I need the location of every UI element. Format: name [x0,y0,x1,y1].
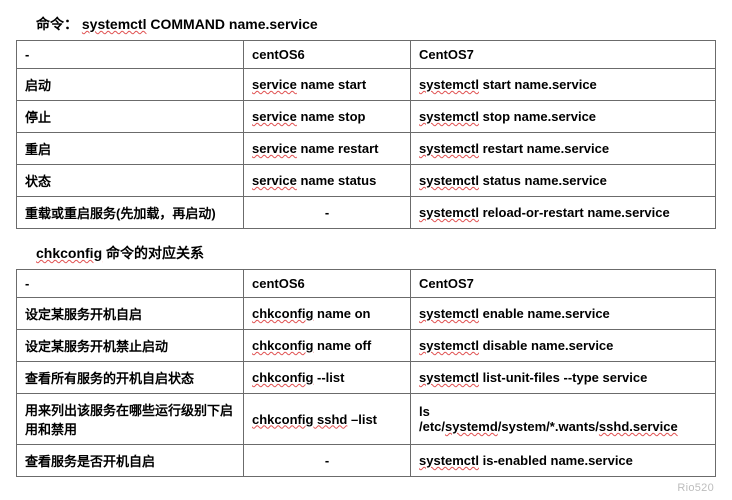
t2-r1-c2: chkconfig name off [244,330,411,362]
t2-r2-c3: systemctl list-unit-files --type service [411,362,716,394]
table-row: 重载或重启服务(先加载，再启动) - systemctl reload-or-r… [17,197,716,229]
t2-r4-c3: systemctl is-enabled name.service [411,445,716,477]
table-row: 停止 service name stop systemctl stop name… [17,101,716,133]
t1-r1-c2: service name stop [244,101,411,133]
heading2-rest: 命令的对应关系 [102,245,204,261]
table-row: 重启 service name restart systemctl restar… [17,133,716,165]
t1-r0-c2: service name start [244,69,411,101]
t2-r3-c3: ls /etc/systemd/system/*.wants/sshd.serv… [411,394,716,445]
t2-header-centos6: centOS6 [244,270,411,298]
t1-r0-c3: systemctl start name.service [411,69,716,101]
t2-r3-c2: chkconfig sshd –list [244,394,411,445]
table-row: 查看所有服务的开机自启状态 chkconfig --list systemctl… [17,362,716,394]
t1-r2-c2: service name restart [244,133,411,165]
t1-r2-c1: 重启 [17,133,244,165]
t2-r0-c1: 设定某服务开机自启 [17,298,244,330]
t1-r4-c2: - [244,197,411,229]
t1-header-dash: - [17,41,244,69]
watermark: Rio520 [677,482,714,494]
t1-r4-c1: 重载或重启服务(先加载，再启动) [17,197,244,229]
chkconfig-mapping-table: - centOS6 CentOS7 设定某服务开机自启 chkconfig na… [16,269,716,477]
table-row: - centOS6 CentOS7 [17,41,716,69]
t2-r4-c2: - [244,445,411,477]
t1-header-centos7: CentOS7 [411,41,716,69]
heading1-rest: COMMAND name.service [146,16,317,32]
service-command-table: - centOS6 CentOS7 启动 service name start … [16,40,716,229]
table-row: 设定某服务开机禁止启动 chkconfig name off systemctl… [17,330,716,362]
t2-r1-c3: systemctl disable name.service [411,330,716,362]
t2-r2-c2: chkconfig --list [244,362,411,394]
t2-r3-c1: 用来列出该服务在哪些运行级别下启用和禁用 [17,394,244,445]
table-row: 用来列出该服务在哪些运行级别下启用和禁用 chkconfig sshd –lis… [17,394,716,445]
t1-header-centos6: centOS6 [244,41,411,69]
t2-r2-c1: 查看所有服务的开机自启状态 [17,362,244,394]
t1-r1-c1: 停止 [17,101,244,133]
table-row: 查看服务是否开机自启 - systemctl is-enabled name.s… [17,445,716,477]
table-row: 启动 service name start systemctl start na… [17,69,716,101]
heading-chkconfig: chkconfig 命令的对应关系 [36,243,716,263]
t1-r0-c1: 启动 [17,69,244,101]
t1-r3-c1: 状态 [17,165,244,197]
t2-header-dash: - [17,270,244,298]
table-row: - centOS6 CentOS7 [17,270,716,298]
table-row: 设定某服务开机自启 chkconfig name on systemctl en… [17,298,716,330]
t2-r1-c1: 设定某服务开机禁止启动 [17,330,244,362]
t2-r0-c3: systemctl enable name.service [411,298,716,330]
t2-header-centos7: CentOS7 [411,270,716,298]
t1-r4-c3: systemctl reload-or-restart name.service [411,197,716,229]
t1-r1-c3: systemctl stop name.service [411,101,716,133]
heading-systemctl-command: 命令： systemctl COMMAND name.service [36,14,716,34]
t1-r3-c3: systemctl status name.service [411,165,716,197]
t2-r0-c2: chkconfig name on [244,298,411,330]
heading2-cmd: chkconfig [36,245,102,261]
table-row: 状态 service name status systemctl status … [17,165,716,197]
t1-r2-c3: systemctl restart name.service [411,133,716,165]
heading1-cmd: systemctl [82,16,147,32]
t1-r3-c2: service name status [244,165,411,197]
heading1-prefix: 命令： [36,16,82,32]
t2-r4-c1: 查看服务是否开机自启 [17,445,244,477]
